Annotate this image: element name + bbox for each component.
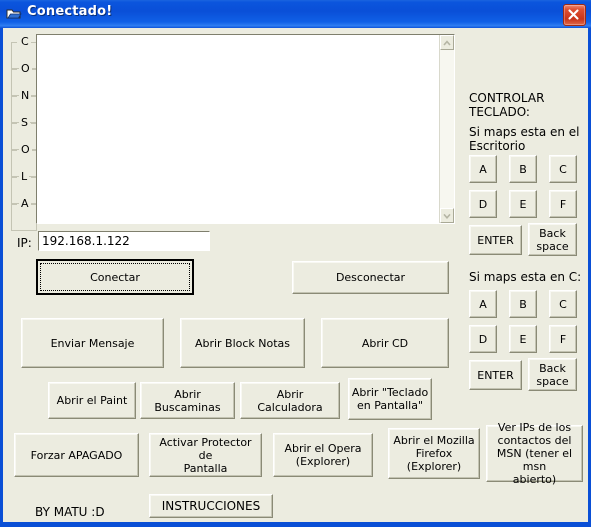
key-backspace-cdrive-button[interactable]: Back space xyxy=(528,358,577,391)
frame-border-left xyxy=(12,150,17,151)
view-msn-contact-ips-label: Ver IPs de los contactos del MSN (tener … xyxy=(496,421,573,486)
keyboard-section1-label: Si maps esta en el Escritorio xyxy=(469,125,580,153)
frame-border-left xyxy=(12,177,17,178)
connect-button[interactable]: Conectar xyxy=(36,259,194,295)
force-shutdown-label: Forzar APAGADO xyxy=(30,448,123,462)
frame-border-left xyxy=(12,96,17,97)
console-letter-1: O xyxy=(19,62,32,75)
key-a-cdrive-label: A xyxy=(479,297,487,311)
key-a-desktop-label: A xyxy=(479,162,487,176)
open-cd-label: Abrir CD xyxy=(361,336,409,350)
frame-border-left xyxy=(12,204,17,205)
open-calculator-label: Abrir Calculadora xyxy=(257,387,323,414)
send-message-label: Enviar Mensaje xyxy=(50,336,135,350)
key-b-desktop-label: B xyxy=(519,162,527,176)
console-scrollbar[interactable] xyxy=(439,35,454,223)
key-enter-desktop-button[interactable]: ENTER xyxy=(469,225,522,255)
keyboard-section2-label: Si maps esta en C: xyxy=(469,270,582,284)
scroll-down-button[interactable] xyxy=(440,208,454,223)
send-message-button[interactable]: Enviar Mensaje xyxy=(21,318,164,368)
network-folder-icon xyxy=(6,6,22,22)
key-a-desktop-button[interactable]: A xyxy=(469,155,497,183)
key-c-cdrive-label: C xyxy=(559,297,567,311)
open-onscreen-keyboard-label: Abrir "Teclado en Pantalla" xyxy=(351,386,429,412)
open-paint-button[interactable]: Abrir el Paint xyxy=(48,382,136,419)
open-cd-button[interactable]: Abrir CD xyxy=(321,318,449,368)
key-f-desktop-button[interactable]: F xyxy=(549,190,577,218)
activate-screensaver-label: Activar Protector de Pantalla xyxy=(159,435,252,475)
disconnect-button[interactable]: Desconectar xyxy=(292,261,449,294)
keyboard-heading: CONTROLAR TECLADO: xyxy=(469,91,545,119)
console-frame-a: A xyxy=(11,197,37,231)
client-area: C O N S O L A IP: 192.168.1.122 Conectar… xyxy=(3,28,588,522)
key-backspace-desktop-label: Back space xyxy=(536,226,569,253)
window-title: Conectado! xyxy=(27,4,113,19)
scroll-up-button[interactable] xyxy=(440,35,454,50)
open-notepad-button[interactable]: Abrir Block Notas xyxy=(180,318,305,368)
key-e-desktop-label: E xyxy=(519,197,527,211)
key-b-desktop-button[interactable]: B xyxy=(509,155,537,183)
key-enter-desktop-label: ENTER xyxy=(477,233,514,247)
open-minesweeper-button[interactable]: Abrir Buscaminas xyxy=(140,382,235,419)
console-letter-3: S xyxy=(19,116,30,129)
author-credit: BY MATU :D xyxy=(35,505,105,519)
key-f-cdrive-label: F xyxy=(559,332,567,346)
ip-label: IP: xyxy=(17,236,32,250)
title-bar[interactable]: Conectado! xyxy=(0,0,591,28)
open-firefox-button[interactable]: Abrir el Mozilla Firefox (Explorer) xyxy=(388,428,480,479)
open-paint-label: Abrir el Paint xyxy=(56,394,128,407)
ip-input[interactable] xyxy=(38,231,210,251)
chevron-down-icon xyxy=(443,213,451,219)
key-backspace-desktop-button[interactable]: Back space xyxy=(528,223,577,256)
close-icon xyxy=(568,9,579,20)
instructions-button[interactable]: INSTRUCCIONES xyxy=(149,494,273,518)
application-window: Conectado! C O N S O L A IP: 192.168.1.1… xyxy=(0,0,591,527)
key-enter-cdrive-button[interactable]: ENTER xyxy=(469,360,522,390)
open-firefox-label: Abrir el Mozilla Firefox (Explorer) xyxy=(393,434,475,473)
key-d-desktop-button[interactable]: D xyxy=(469,190,497,218)
open-opera-label: Abrir el Opera (Explorer) xyxy=(284,442,362,468)
console-output-box[interactable] xyxy=(36,34,455,224)
console-letter-0: C xyxy=(19,35,31,48)
frame-border-left xyxy=(12,69,17,70)
open-notepad-label: Abrir Block Notas xyxy=(194,336,291,350)
key-f-desktop-label: F xyxy=(559,197,567,211)
activate-screensaver-button[interactable]: Activar Protector de Pantalla xyxy=(149,433,262,477)
key-c-desktop-label: C xyxy=(559,162,567,176)
key-c-cdrive-button[interactable]: C xyxy=(549,290,577,318)
connect-button-label: Conectar xyxy=(90,270,140,284)
key-f-cdrive-button[interactable]: F xyxy=(549,325,577,353)
view-msn-contact-ips-button[interactable]: Ver IPs de los contactos del MSN (tener … xyxy=(486,421,583,486)
open-opera-button[interactable]: Abrir el Opera (Explorer) xyxy=(273,433,373,477)
disconnect-button-label: Desconectar xyxy=(335,271,406,284)
frame-border-left xyxy=(12,42,17,43)
key-enter-cdrive-label: ENTER xyxy=(477,368,514,382)
key-d-cdrive-label: D xyxy=(478,332,488,346)
close-button[interactable] xyxy=(563,4,586,26)
key-b-cdrive-label: B xyxy=(519,297,527,311)
key-a-cdrive-button[interactable]: A xyxy=(469,290,497,318)
key-e-cdrive-label: E xyxy=(519,332,527,346)
console-output-text[interactable] xyxy=(37,35,440,223)
key-d-cdrive-button[interactable]: D xyxy=(469,325,497,353)
console-letter-5: L xyxy=(19,170,30,183)
key-backspace-cdrive-label: Back space xyxy=(536,361,569,388)
key-e-cdrive-button[interactable]: E xyxy=(509,325,537,353)
key-b-cdrive-button[interactable]: B xyxy=(509,290,537,318)
frame-border-left xyxy=(12,123,17,124)
instructions-button-label: INSTRUCCIONES xyxy=(161,498,261,513)
console-letter-4: O xyxy=(19,143,32,156)
scrollbar-track[interactable] xyxy=(440,50,454,208)
chevron-up-icon xyxy=(443,40,451,46)
key-c-desktop-button[interactable]: C xyxy=(549,155,577,183)
console-letter-2: N xyxy=(19,89,32,102)
open-onscreen-keyboard-button[interactable]: Abrir "Teclado en Pantalla" xyxy=(348,378,432,420)
console-letter-6: A xyxy=(19,197,31,210)
open-calculator-button[interactable]: Abrir Calculadora xyxy=(240,382,340,419)
key-e-desktop-button[interactable]: E xyxy=(509,190,537,218)
force-shutdown-button[interactable]: Forzar APAGADO xyxy=(14,433,139,477)
open-minesweeper-label: Abrir Buscaminas xyxy=(154,387,221,414)
key-d-desktop-label: D xyxy=(478,197,488,211)
